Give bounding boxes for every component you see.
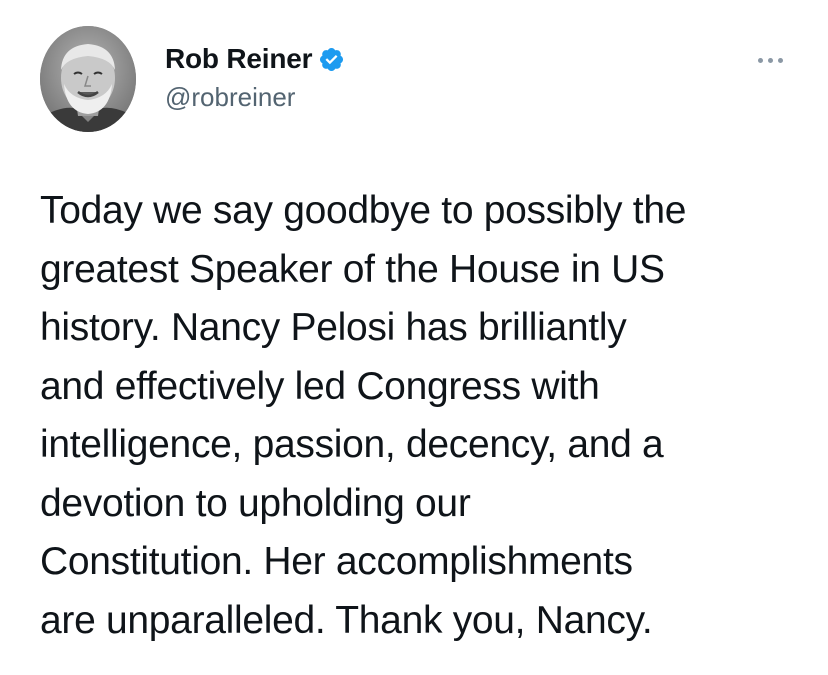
verified-badge-icon bbox=[318, 46, 345, 73]
author-name[interactable]: Rob Reiner bbox=[165, 43, 313, 75]
tweet-text-line: Today we say goodbye to possibly the bbox=[40, 189, 687, 232]
tweet-text-line: greatest Speaker of the House in US bbox=[40, 247, 665, 291]
author-name-row: Rob Reiner bbox=[165, 40, 345, 78]
tweet-text-line: history. Nancy Pelosi has brilliantly bbox=[40, 306, 627, 349]
more-horizontal-icon bbox=[757, 57, 783, 63]
tweet-text-line: devotion to upholding our bbox=[40, 481, 471, 525]
tweet-text-line: Constitution. Her accomplishments bbox=[40, 540, 633, 583]
avatar-photo bbox=[40, 26, 136, 132]
tweet-text-line: are unparalleled. Thank you, Nancy. bbox=[40, 598, 653, 642]
tweet-card: Rob Reiner @robreiner Today we say goodb… bbox=[0, 0, 828, 675]
tweet-text: Today we say goodbye to possibly the gre… bbox=[40, 182, 810, 650]
more-options-button[interactable] bbox=[750, 48, 790, 72]
author-handle[interactable]: @robreiner bbox=[165, 82, 295, 113]
tweet-text-line: intelligence, passion, decency, and a bbox=[40, 423, 664, 466]
author-avatar[interactable] bbox=[40, 26, 136, 132]
tweet-text-line: and effectively led Congress with bbox=[40, 364, 600, 408]
